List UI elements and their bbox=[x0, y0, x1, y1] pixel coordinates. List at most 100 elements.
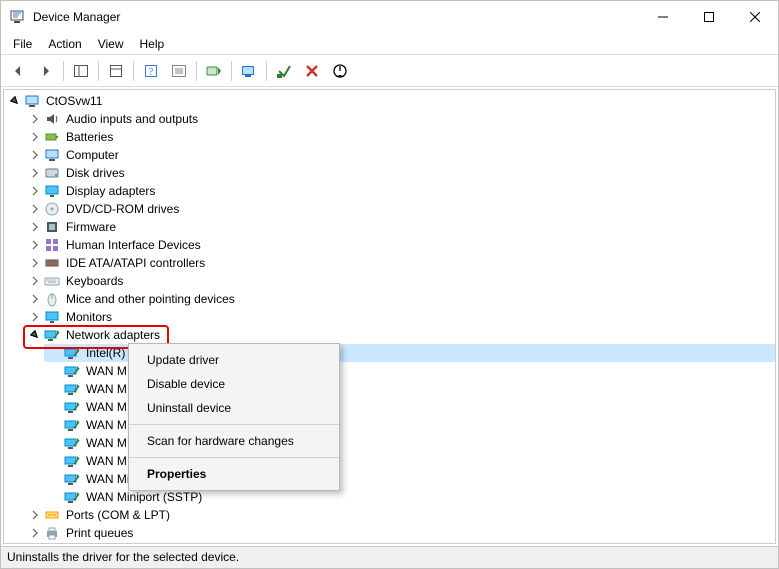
device-manager-window: Device Manager File Action View Help ? bbox=[0, 0, 779, 569]
device-label: WAN M bbox=[84, 436, 129, 450]
expand-icon[interactable] bbox=[28, 256, 42, 270]
expand-icon[interactable] bbox=[28, 112, 42, 126]
network-adapter-icon bbox=[64, 453, 80, 469]
expand-icon[interactable] bbox=[28, 148, 42, 162]
category-icon bbox=[44, 543, 60, 544]
expand-icon[interactable] bbox=[28, 166, 42, 180]
category-label: Ports (COM & LPT) bbox=[64, 508, 172, 522]
tree-category[interactable]: Monitors bbox=[24, 308, 775, 326]
category-label: Mice and other pointing devices bbox=[64, 292, 237, 306]
category-label: Audio inputs and outputs bbox=[64, 112, 200, 126]
ctx-separator bbox=[129, 457, 339, 458]
close-button[interactable] bbox=[732, 1, 778, 33]
scan-hardware-changes-button[interactable] bbox=[236, 58, 262, 84]
category-icon bbox=[44, 201, 60, 217]
device-label: WAN M bbox=[84, 382, 129, 396]
tree-root[interactable]: CtOSvw11 bbox=[4, 92, 775, 110]
device-manager-icon bbox=[9, 9, 25, 25]
minimize-button[interactable] bbox=[640, 1, 686, 33]
device-tree[interactable]: CtOSvw11 Audio inputs and outputs Batteri… bbox=[3, 89, 776, 544]
category-label: Disk drives bbox=[64, 166, 127, 180]
network-adapter-icon bbox=[64, 489, 80, 505]
expand-icon[interactable] bbox=[28, 238, 42, 252]
tree-category[interactable]: Print queues bbox=[24, 524, 775, 542]
tree-category[interactable]: DVD/CD-ROM drives bbox=[24, 200, 775, 218]
menu-view[interactable]: View bbox=[90, 35, 132, 53]
statusbar: Uninstalls the driver for the selected d… bbox=[1, 546, 778, 568]
tree-category[interactable]: IDE ATA/ATAPI controllers bbox=[24, 254, 775, 272]
context-menu: Update driver Disable device Uninstall d… bbox=[128, 343, 340, 491]
category-icon bbox=[44, 147, 60, 163]
category-icon bbox=[44, 129, 60, 145]
forward-button[interactable] bbox=[33, 58, 59, 84]
expand-icon[interactable] bbox=[28, 202, 42, 216]
expand-icon[interactable] bbox=[28, 220, 42, 234]
tree-category[interactable]: Ports (COM & LPT) bbox=[24, 506, 775, 524]
network-adapter-icon bbox=[64, 363, 80, 379]
category-icon bbox=[44, 255, 60, 271]
category-label: Firmware bbox=[64, 220, 118, 234]
expand-icon[interactable] bbox=[28, 274, 42, 288]
network-adapter-icon bbox=[64, 345, 80, 361]
update-driver-button[interactable] bbox=[201, 58, 227, 84]
enable-device-button[interactable] bbox=[271, 58, 297, 84]
maximize-button[interactable] bbox=[686, 1, 732, 33]
network-adapter-icon bbox=[64, 381, 80, 397]
expand-icon[interactable] bbox=[28, 130, 42, 144]
collapse-icon[interactable] bbox=[8, 94, 22, 108]
tree-category[interactable]: Audio inputs and outputs bbox=[24, 110, 775, 128]
properties-button[interactable] bbox=[103, 58, 129, 84]
ctx-disable-device[interactable]: Disable device bbox=[129, 372, 339, 396]
menu-file[interactable]: File bbox=[5, 35, 40, 53]
expand-icon[interactable] bbox=[28, 310, 42, 324]
menu-help[interactable]: Help bbox=[132, 35, 173, 53]
category-icon bbox=[44, 183, 60, 199]
category-icon bbox=[44, 273, 60, 289]
tree-category[interactable]: Mice and other pointing devices bbox=[24, 290, 775, 308]
collapse-icon[interactable] bbox=[28, 328, 42, 342]
device-label: Intel(R) bbox=[84, 346, 127, 360]
category-label: Monitors bbox=[64, 310, 114, 324]
expand-icon[interactable] bbox=[28, 184, 42, 198]
category-icon bbox=[44, 525, 60, 541]
tree-category[interactable]: Computer bbox=[24, 146, 775, 164]
expand-icon[interactable] bbox=[28, 526, 42, 540]
action-list-button[interactable] bbox=[166, 58, 192, 84]
computer-icon bbox=[24, 93, 40, 109]
device-label: WAN Miniport (SSTP) bbox=[84, 490, 204, 504]
device-label: WAN M bbox=[84, 364, 129, 378]
tree-category[interactable]: Network adapters bbox=[24, 326, 775, 344]
ctx-uninstall-device[interactable]: Uninstall device bbox=[129, 396, 339, 420]
ctx-properties[interactable]: Properties bbox=[129, 462, 339, 486]
back-button[interactable] bbox=[5, 58, 31, 84]
category-label: Human Interface Devices bbox=[64, 238, 203, 252]
tree-root-label: CtOSvw11 bbox=[44, 94, 104, 108]
tree-category[interactable]: Processors bbox=[24, 542, 775, 544]
help-button[interactable]: ? bbox=[138, 58, 164, 84]
ctx-separator bbox=[129, 424, 339, 425]
category-label: Keyboards bbox=[64, 274, 125, 288]
category-icon bbox=[44, 165, 60, 181]
tree-category[interactable]: Display adapters bbox=[24, 182, 775, 200]
tree-category[interactable]: Firmware bbox=[24, 218, 775, 236]
expand-icon[interactable] bbox=[28, 292, 42, 306]
toolbar: ? bbox=[1, 55, 778, 87]
uninstall-device-button[interactable] bbox=[299, 58, 325, 84]
category-label: Network adapters bbox=[64, 328, 162, 342]
tree-category[interactable]: Disk drives bbox=[24, 164, 775, 182]
category-icon bbox=[44, 219, 60, 235]
ctx-update-driver[interactable]: Update driver bbox=[129, 348, 339, 372]
ctx-scan-hardware[interactable]: Scan for hardware changes bbox=[129, 429, 339, 453]
tree-category[interactable]: Batteries bbox=[24, 128, 775, 146]
show-hide-console-tree-button[interactable] bbox=[68, 58, 94, 84]
network-adapter-icon bbox=[64, 435, 80, 451]
tree-category[interactable]: Human Interface Devices bbox=[24, 236, 775, 254]
titlebar: Device Manager bbox=[1, 1, 778, 33]
tree-category[interactable]: Keyboards bbox=[24, 272, 775, 290]
menubar: File Action View Help bbox=[1, 33, 778, 55]
category-icon bbox=[44, 291, 60, 307]
menu-action[interactable]: Action bbox=[40, 35, 89, 53]
category-icon bbox=[44, 237, 60, 253]
disable-device-button[interactable] bbox=[327, 58, 353, 84]
expand-icon[interactable] bbox=[28, 508, 42, 522]
